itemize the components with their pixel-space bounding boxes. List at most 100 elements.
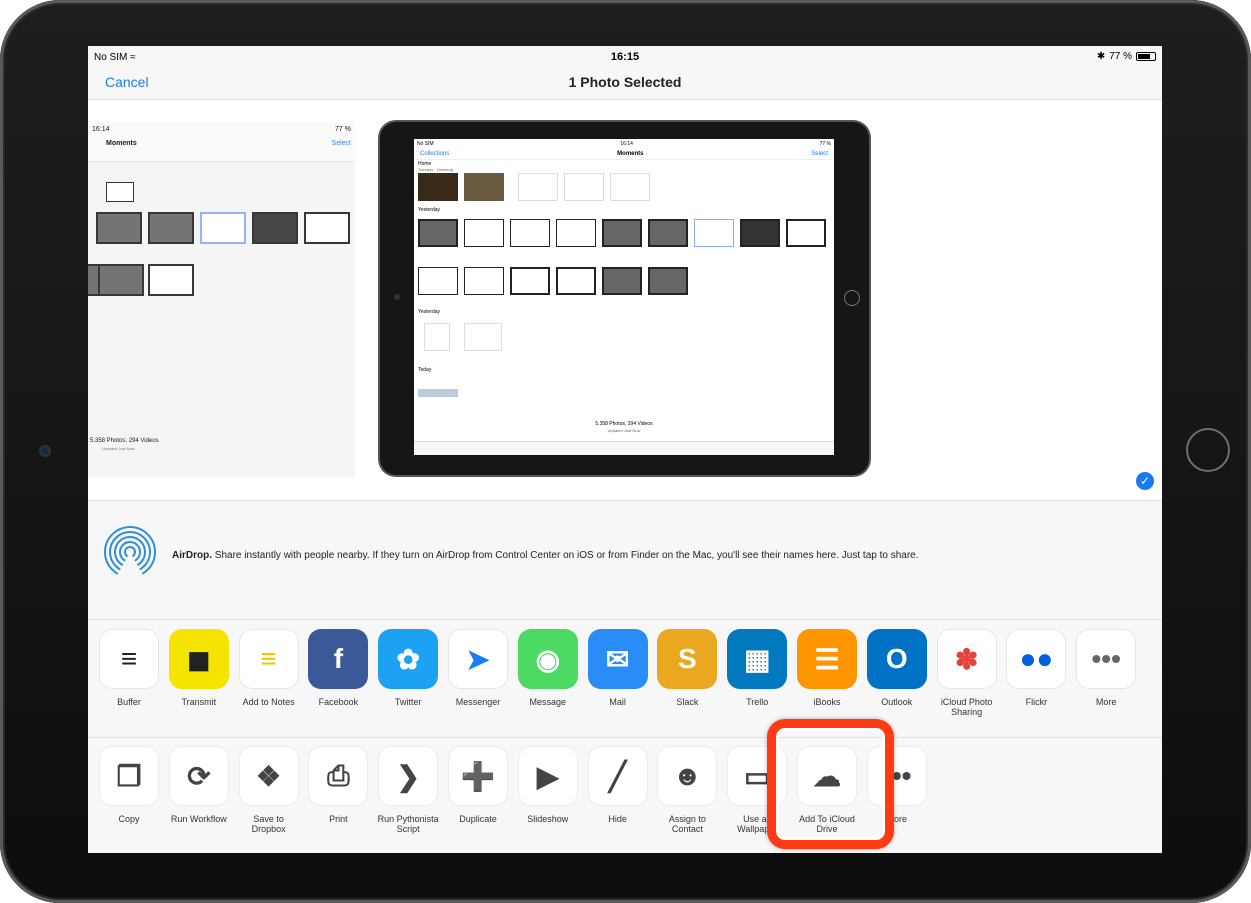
battery-icon <box>1136 52 1156 61</box>
thumb2-time: 16:14 <box>620 141 633 147</box>
action-label: More <box>886 814 908 824</box>
page-title: 1 Photo Selected <box>568 74 682 90</box>
share-app-item[interactable]: ◉ Message <box>515 629 581 707</box>
action-item[interactable]: ❖ Save to Dropbox <box>236 746 302 834</box>
action-item[interactable]: ▶ Slideshow <box>515 746 581 824</box>
icloud-upload-icon: ☁ <box>797 746 857 806</box>
thumb2-photo <box>694 219 734 247</box>
thumb2-photo <box>564 173 604 201</box>
share-app-item[interactable]: S Slack <box>654 629 720 707</box>
action-item[interactable]: ❐ Copy <box>96 746 162 824</box>
thumb2-home-button <box>844 290 860 306</box>
share-app-label: Mail <box>609 697 626 707</box>
share-app-label: More <box>1095 697 1117 707</box>
thumb2-photo <box>418 267 458 295</box>
thumb2-select: Select <box>811 151 828 157</box>
thumb2-photo <box>510 267 550 295</box>
play-icon: ▶ <box>517 746 578 806</box>
thumb2-carrier: No SIM <box>417 141 434 147</box>
thumb2-count: 5.358 Photos, 294 Videos <box>595 421 653 427</box>
action-item[interactable]: ➕ Duplicate <box>445 746 511 824</box>
share-app-item[interactable]: ✿ Twitter <box>375 629 441 707</box>
action-item[interactable]: ⎙ Print <box>305 746 371 824</box>
thumb1-title: Moments <box>106 140 137 147</box>
photo-thumbnail-selected[interactable]: No SIM 16:14 77 % Collections Moments Se… <box>380 122 1156 492</box>
thumb2-camera <box>394 294 400 300</box>
copy-icon: ❐ <box>99 746 159 806</box>
messenger-icon: ➤ <box>448 629 508 689</box>
share-app-label: Transmit <box>181 697 217 707</box>
share-app-label: Slack <box>676 697 699 707</box>
action-item[interactable]: ☻ Assign to Contact <box>654 746 720 834</box>
share-app-item[interactable]: ➤ Messenger <box>445 629 511 707</box>
mail-icon: ✉ <box>587 629 648 689</box>
action-label: Duplicate <box>459 814 497 824</box>
action-label: Copy <box>118 814 140 824</box>
trello-icon: ▦ <box>727 629 788 689</box>
thumb1-header: 16:14 77 % Moments Select <box>88 122 355 162</box>
thumb2-back: Collections <box>420 151 450 157</box>
ipad-frame: No SIM ≈ 16:15 ✱ 77 % Cancel 1 Photo Sel… <box>0 0 1251 903</box>
share-app-item[interactable]: O Outlook <box>864 629 930 707</box>
notes-icon: ≡ <box>238 629 299 689</box>
share-app-item[interactable]: ☰ iBooks <box>794 629 860 707</box>
slack-icon: S <box>657 629 718 689</box>
share-apps-row: ≡ Buffer ◼ Transmit ≡ Add to Notes f Facebook ✿ T… <box>88 622 1162 738</box>
airdrop-title: AirDrop. <box>172 550 212 561</box>
action-item[interactable]: ╱ Hide <box>585 746 651 824</box>
action-item[interactable]: ❯ Run Pythonista Script <box>375 746 441 834</box>
airdrop-text: Share instantly with people nearby. If t… <box>212 550 919 561</box>
share-app-item[interactable]: ≡ Buffer <box>96 629 162 707</box>
airdrop-description: AirDrop. Share instantly with people nea… <box>172 550 919 561</box>
thumb2-photo <box>610 173 650 201</box>
share-app-item[interactable]: ▦ Trello <box>724 629 790 707</box>
flickr-icon: ●● <box>1006 629 1067 689</box>
share-app-item[interactable]: ◼ Transmit <box>166 629 232 707</box>
share-app-item[interactable]: ≡ Add to Notes <box>236 629 302 707</box>
share-app-item[interactable]: ✽ iCloud Photo Sharing <box>934 629 1000 717</box>
photo-preview-strip[interactable]: 16:14 77 % Moments Select 5.358 Photos, … <box>88 100 1162 500</box>
thumb2-photo <box>464 173 504 201</box>
duplicate-icon: ➕ <box>448 746 508 806</box>
action-label: Save to Dropbox <box>251 814 286 834</box>
action-item[interactable]: ••• More <box>864 746 930 824</box>
camera <box>39 445 51 457</box>
battery-percent: 77 % <box>1109 51 1132 62</box>
share-app-item[interactable]: ✉ Mail <box>585 629 651 707</box>
share-app-item[interactable]: ••• More <box>1073 629 1139 707</box>
thumb2-yesterday-2: Yesterday <box>418 309 441 315</box>
thumb2-photo <box>648 267 688 295</box>
action-label: Assign to Contact <box>668 814 706 834</box>
share-app-item[interactable]: ●● Flickr <box>1003 629 1069 707</box>
thumb2-photo <box>648 219 688 247</box>
checkmark-icon: ✓ <box>1134 470 1156 492</box>
thumb2-photo <box>786 219 826 247</box>
share-app-label: Facebook <box>318 697 359 707</box>
share-app-label: Twitter <box>394 697 422 707</box>
truck-icon: ◼ <box>168 629 229 689</box>
more-icon: ••• <box>1076 629 1137 689</box>
share-app-label: iCloud Photo Sharing <box>940 697 993 717</box>
action-item[interactable]: ☁ Add To iCloud Drive <box>794 746 860 834</box>
facebook-icon: f <box>308 629 369 689</box>
thumb1-select: Select <box>331 140 351 147</box>
thumb2-updated: Updated Just Now <box>607 428 641 433</box>
photo-thumbnail-1[interactable]: 16:14 77 % Moments Select 5.358 Photos, … <box>88 122 355 477</box>
action-item[interactable]: ⟳ Run Workflow <box>166 746 232 824</box>
status-bar: No SIM ≈ 16:15 ✱ 77 % <box>88 46 1162 68</box>
airdrop-section[interactable]: AirDrop. Share instantly with people nea… <box>88 500 1162 620</box>
bluetooth-icon: ✱ <box>1096 51 1106 62</box>
thumb2-home-sub: Tuesday · Hamburg <box>418 167 454 172</box>
ibooks-icon: ☰ <box>797 629 857 689</box>
pythonista-icon: ❯ <box>378 746 439 806</box>
action-label: Slideshow <box>527 814 569 824</box>
outlook-icon: O <box>866 629 927 689</box>
thumb2-photo <box>464 267 504 295</box>
action-label: Hide <box>608 814 627 824</box>
message-icon: ◉ <box>517 629 578 689</box>
airdrop-icon <box>104 526 156 579</box>
cancel-button[interactable]: Cancel <box>105 74 149 90</box>
share-app-item[interactable]: f Facebook <box>305 629 371 707</box>
action-item[interactable]: ▭ Use as Wallpaper <box>724 746 790 834</box>
home-button[interactable] <box>1186 428 1230 472</box>
